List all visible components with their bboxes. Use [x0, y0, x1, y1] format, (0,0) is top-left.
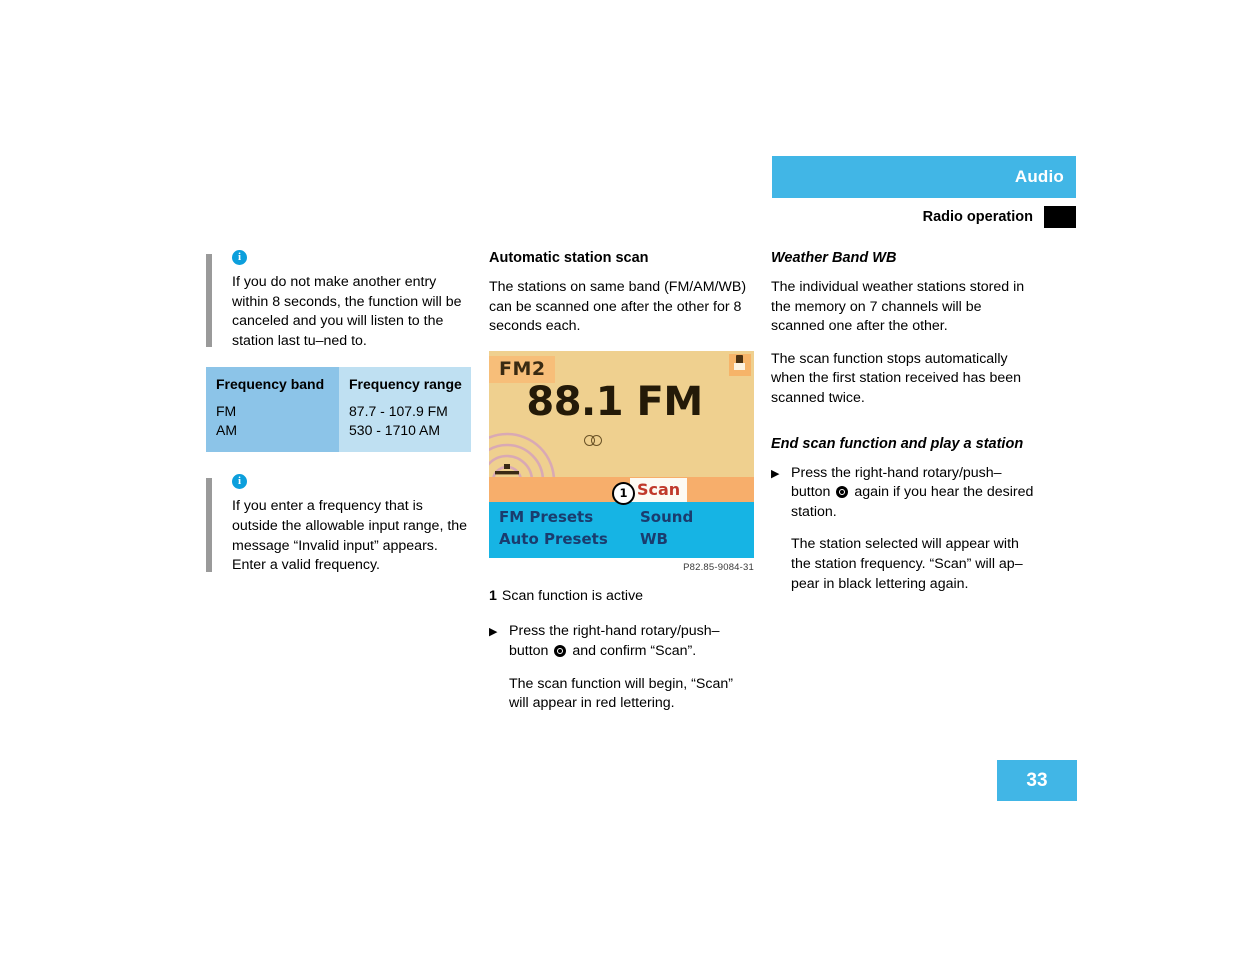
- scan-status-label: Scan: [637, 479, 681, 499]
- legend-number: 1: [489, 587, 497, 604]
- info-icon: i: [232, 474, 247, 490]
- frequency-band-column: Frequency band FM AM: [206, 367, 339, 453]
- section-title: Audio: [1014, 167, 1064, 186]
- step-sub-text: The scan function will begin, “Scan” wil…: [509, 675, 733, 712]
- page-header: Audio Radio operation: [772, 156, 1076, 228]
- table-row: AM: [216, 422, 237, 439]
- header-marker-square: [1044, 206, 1076, 228]
- info-rule: [206, 254, 212, 348]
- menu-item-auto-presets[interactable]: Auto Presets: [499, 530, 608, 548]
- table-row: FM: [216, 403, 237, 420]
- step-arrow-icon: ▶: [489, 626, 498, 639]
- rotary-push-button-icon: [836, 486, 849, 499]
- callout-marker-1: 1: [612, 481, 635, 505]
- automatic-station-scan-paragraph: The stations on same band (FM/AM/WB) can…: [489, 279, 747, 335]
- page-number-badge: 33: [997, 760, 1077, 801]
- legend-text: Scan function is active: [501, 587, 644, 604]
- menu-item-sound[interactable]: Sound: [640, 508, 693, 526]
- info-box-1: i If you do not make another entry withi…: [206, 250, 472, 351]
- table-row: 87.7 - 107.9 FM: [349, 403, 448, 420]
- step-press-rotary-again: ▶ Press the right-hand rotary/push–butto…: [771, 464, 1037, 595]
- frequency-table: Frequency band FM AM Frequency range 87.…: [206, 367, 471, 453]
- rotary-push-button-icon: [554, 644, 567, 657]
- section-title-bar: Audio: [772, 156, 1076, 198]
- weather-band-paragraph-2: The scan function stops automatically wh…: [771, 350, 1022, 406]
- automatic-station-scan-heading: Automatic station scan: [489, 250, 649, 266]
- weather-band-heading: Weather Band WB: [771, 250, 897, 266]
- radio-menu-bar: FM Presets Auto Presets Sound WB: [489, 501, 754, 558]
- frequency-range-column: Frequency range 87.7 - 107.9 FM 530 - 17…: [339, 367, 471, 453]
- weather-band-paragraph-1: The individual weather stations stored i…: [771, 279, 1025, 335]
- step-arrow-icon: ▶: [771, 467, 780, 480]
- frequency-band-header: Frequency band: [216, 376, 325, 393]
- page-subtitle: Radio operation: [922, 209, 1033, 225]
- table-row: 530 - 1710 AM: [349, 422, 441, 439]
- info-rule: [206, 478, 212, 572]
- scan-status-chip: Scan: [630, 477, 688, 502]
- info-box-1-text: If you do not make another entry within …: [232, 274, 462, 349]
- frequency-range-header: Frequency range: [349, 376, 462, 393]
- end-scan-heading: End scan function and play a station: [771, 435, 1024, 452]
- info-icon: i: [232, 250, 247, 265]
- figure-reference-code: P82.85-9084-31: [683, 561, 754, 573]
- menu-item-wb[interactable]: WB: [640, 530, 668, 548]
- left-column: i If you do not make another entry withi…: [206, 250, 472, 582]
- radio-display-screenshot: FM2 88.1 FM Scan 1 FM Presets Auto Prese…: [489, 350, 754, 558]
- right-column: Weather Band WB The individual weather s…: [771, 250, 1037, 594]
- document-page: Audio Radio operation i If you do not ma…: [0, 0, 1235, 954]
- radio-display-figure: FM2 88.1 FM Scan 1 FM Presets Auto Prese…: [489, 350, 754, 573]
- traffic-info-icon: [729, 353, 751, 376]
- middle-column: Automatic station scan The stations on s…: [489, 250, 754, 714]
- step-press-rotary-confirm-scan: ▶ Press the right-hand rotary/push–butto…: [489, 622, 754, 713]
- info-box-2: i If you enter a frequency that is outsi…: [206, 474, 472, 575]
- page-subtitle-row: Radio operation: [772, 206, 1076, 228]
- menu-item-fm-presets[interactable]: FM Presets: [499, 508, 593, 526]
- figure-legend-item: 1 Scan function is active: [489, 587, 754, 607]
- step-sub-text: The station selected will appear with th…: [791, 536, 1023, 592]
- step-text-after-icon: and confirm “Scan”.: [572, 642, 697, 659]
- info-box-2-text: If you enter a frequency that is outside…: [232, 498, 468, 574]
